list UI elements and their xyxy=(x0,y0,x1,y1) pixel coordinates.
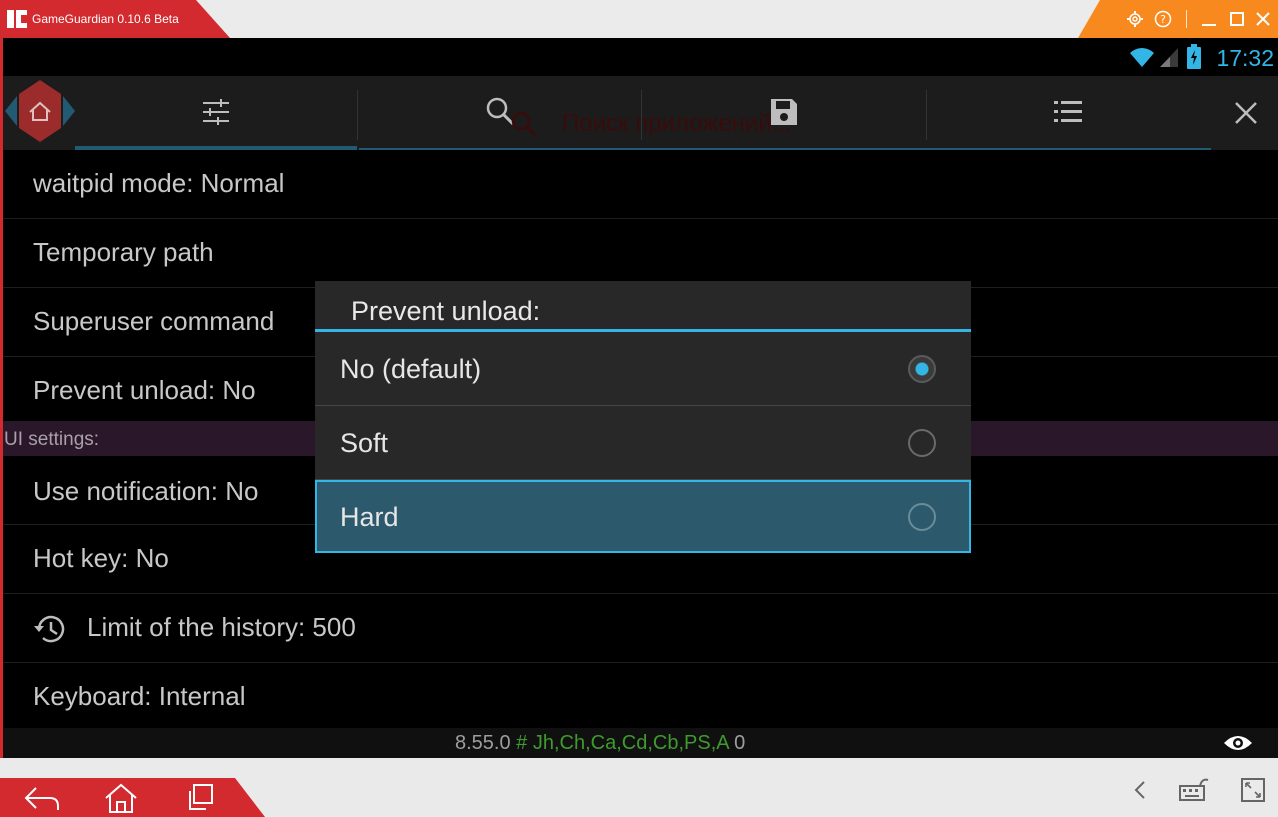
option-label: No (default) xyxy=(340,354,482,384)
fullscreen-icon[interactable] xyxy=(1234,774,1272,806)
back-icon[interactable] xyxy=(22,782,60,814)
footer-flags: Jh,Ch,Ca,Cd,Cb,PS,A xyxy=(532,732,729,754)
recents-icon[interactable] xyxy=(182,782,220,814)
setting-label: waitpid mode: Normal xyxy=(33,168,285,198)
option-no-default[interactable]: No (default) xyxy=(315,332,971,406)
setting-waitpid-mode[interactable]: waitpid mode: Normal xyxy=(3,150,1278,219)
footer-info: 8.55.0 # Jh,Ch,Ca,Cd,Cb,PS,A 0 xyxy=(455,732,745,755)
close-icon[interactable] xyxy=(1254,10,1272,28)
toolbar-divider xyxy=(641,90,642,140)
titlebar-divider xyxy=(1186,10,1187,28)
toolbar-divider xyxy=(357,90,358,140)
maximize-icon[interactable] xyxy=(1228,10,1246,28)
home-icon[interactable] xyxy=(5,80,75,142)
emulator-nav-bar xyxy=(0,758,1278,817)
chevron-left-icon[interactable] xyxy=(1124,774,1162,806)
android-screen: 17:32 Поиск приложений... waitpid mode: … xyxy=(3,38,1278,758)
radio-unselected[interactable] xyxy=(908,429,936,457)
setting-label: Temporary path xyxy=(33,237,214,267)
search-hint-icon xyxy=(511,111,537,137)
status-clock: 17:32 xyxy=(1216,45,1274,71)
setting-label: Use notification: No xyxy=(33,476,259,506)
wifi-icon xyxy=(1130,48,1154,67)
option-label: Hard xyxy=(340,502,399,532)
footer-hash: # xyxy=(516,732,528,754)
svg-text:?: ? xyxy=(1160,13,1166,26)
footer-version: 8.55.0 xyxy=(455,732,511,754)
radio-selected[interactable] xyxy=(908,355,936,383)
eye-icon[interactable] xyxy=(1223,731,1253,755)
gameguardian-logo-icon xyxy=(7,10,27,28)
sliders-icon[interactable] xyxy=(201,97,231,127)
setting-history-limit[interactable]: Limit of the history: 500 xyxy=(3,594,1278,663)
titlebar-controls-tab xyxy=(1078,0,1278,38)
help-icon[interactable]: ? xyxy=(1154,10,1172,28)
section-header-label: UI settings: xyxy=(4,429,100,450)
save-icon[interactable] xyxy=(769,97,799,127)
toolbar-divider xyxy=(926,90,927,140)
setting-label: Limit of the history: 500 xyxy=(87,612,356,642)
gear-icon[interactable] xyxy=(1126,10,1144,28)
setting-keyboard[interactable]: Keyboard: Internal xyxy=(3,663,1278,732)
signal-icon xyxy=(1160,48,1178,67)
history-icon xyxy=(34,615,65,643)
dialog-title: Prevent unload: xyxy=(351,296,541,326)
setting-temporary-path[interactable]: Temporary path xyxy=(3,219,1278,288)
option-soft[interactable]: Soft xyxy=(315,406,971,480)
option-label: Soft xyxy=(340,428,389,458)
option-hard[interactable]: Hard xyxy=(315,480,971,553)
battery-icon xyxy=(1187,44,1201,69)
search-input[interactable]: Поиск приложений... xyxy=(562,110,792,138)
window-titlebar: GameGuardian 0.10.6 Beta ? xyxy=(0,0,1278,38)
minimize-icon[interactable] xyxy=(1200,10,1218,28)
keyboard-icon[interactable] xyxy=(1174,774,1212,806)
radio-unselected[interactable] xyxy=(908,503,936,531)
home-icon[interactable] xyxy=(102,782,140,814)
window-title: GameGuardian 0.10.6 Beta xyxy=(32,12,179,26)
list-icon[interactable] xyxy=(1053,97,1083,127)
app-toolbar: Поиск приложений... xyxy=(3,76,1278,150)
prevent-unload-dialog: Prevent unload: No (default) Soft Hard xyxy=(315,281,971,553)
footer-count: 0 xyxy=(734,732,746,754)
close-icon[interactable] xyxy=(1231,98,1261,128)
setting-label: Prevent unload: No xyxy=(33,375,256,405)
setting-label: Keyboard: Internal xyxy=(33,681,246,711)
status-bar: 17:32 xyxy=(3,38,1278,76)
setting-label: Hot key: No xyxy=(33,543,169,573)
setting-label: Superuser command xyxy=(33,306,275,336)
status-footer: 8.55.0 # Jh,Ch,Ca,Cd,Cb,PS,A 0 xyxy=(3,728,1278,758)
